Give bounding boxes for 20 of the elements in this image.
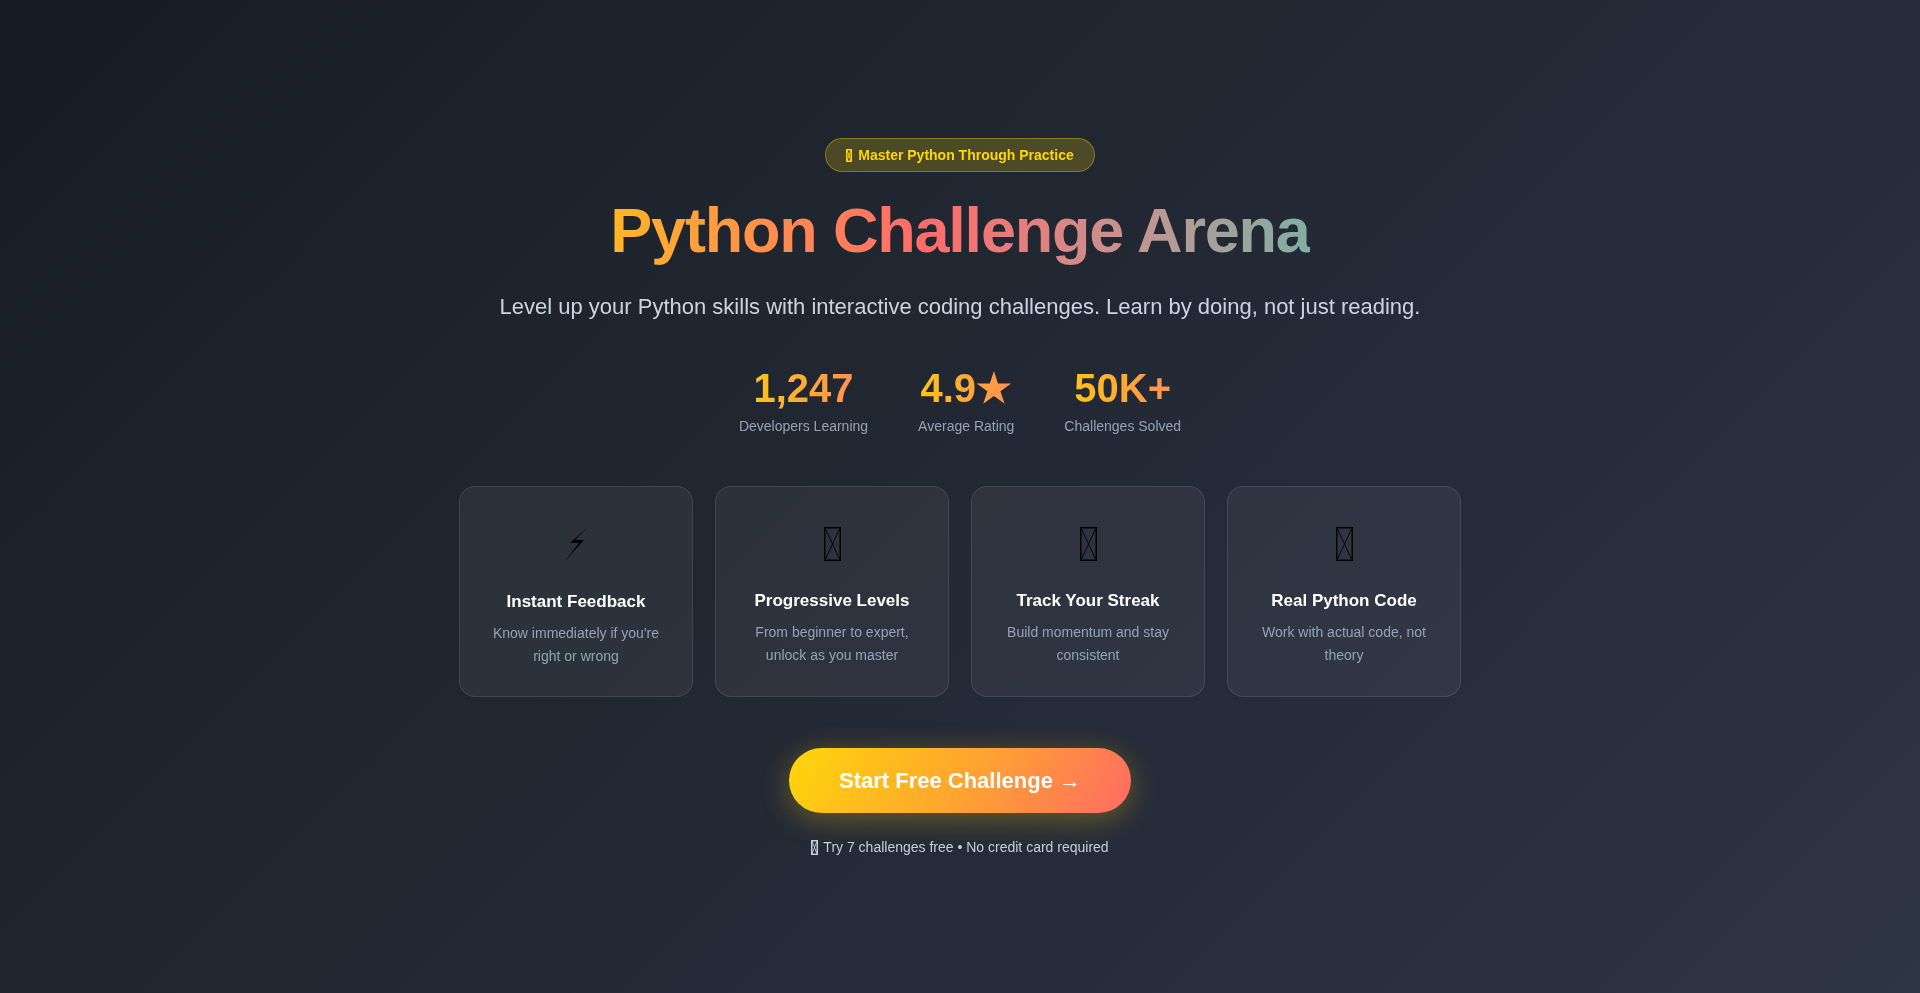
tagline-text: Master Python Through Practice <box>858 147 1074 163</box>
feature-description: From beginner to expert, unlock as you master <box>754 623 910 665</box>
stat-label: Challenges Solved <box>1064 417 1182 436</box>
feature-title: Progressive Levels <box>754 590 910 612</box>
feature-description: Know immediately if you're right or wrong <box>491 624 661 666</box>
feature-title: Track Your Streak <box>1016 590 1160 612</box>
feature-title: Real Python Code <box>1271 590 1417 612</box>
missing-glyph-icon <box>846 148 853 162</box>
stat-label: Developers Learning <box>738 417 869 436</box>
missing-glyph-icon <box>1079 527 1097 561</box>
missing-glyph-icon <box>823 527 841 561</box>
subtitle: Level up your Python skills with interactive coding challenges. Learn by doing, not just reading. <box>499 293 1421 321</box>
trial-note: Try 7 challenges free • No credit card required <box>823 838 1109 857</box>
start-button[interactable]: Start Free Challenge → <box>788 748 1132 813</box>
missing-glyph-icon <box>1335 527 1353 561</box>
stat-label: Average Rating <box>918 417 1015 436</box>
feature-title: Instant Feedback <box>506 591 646 613</box>
missing-glyph-icon <box>811 839 819 855</box>
feature-description: Work with actual code, not theory <box>1261 623 1427 665</box>
feature-description: Build momentum and stay consistent <box>1006 623 1170 665</box>
